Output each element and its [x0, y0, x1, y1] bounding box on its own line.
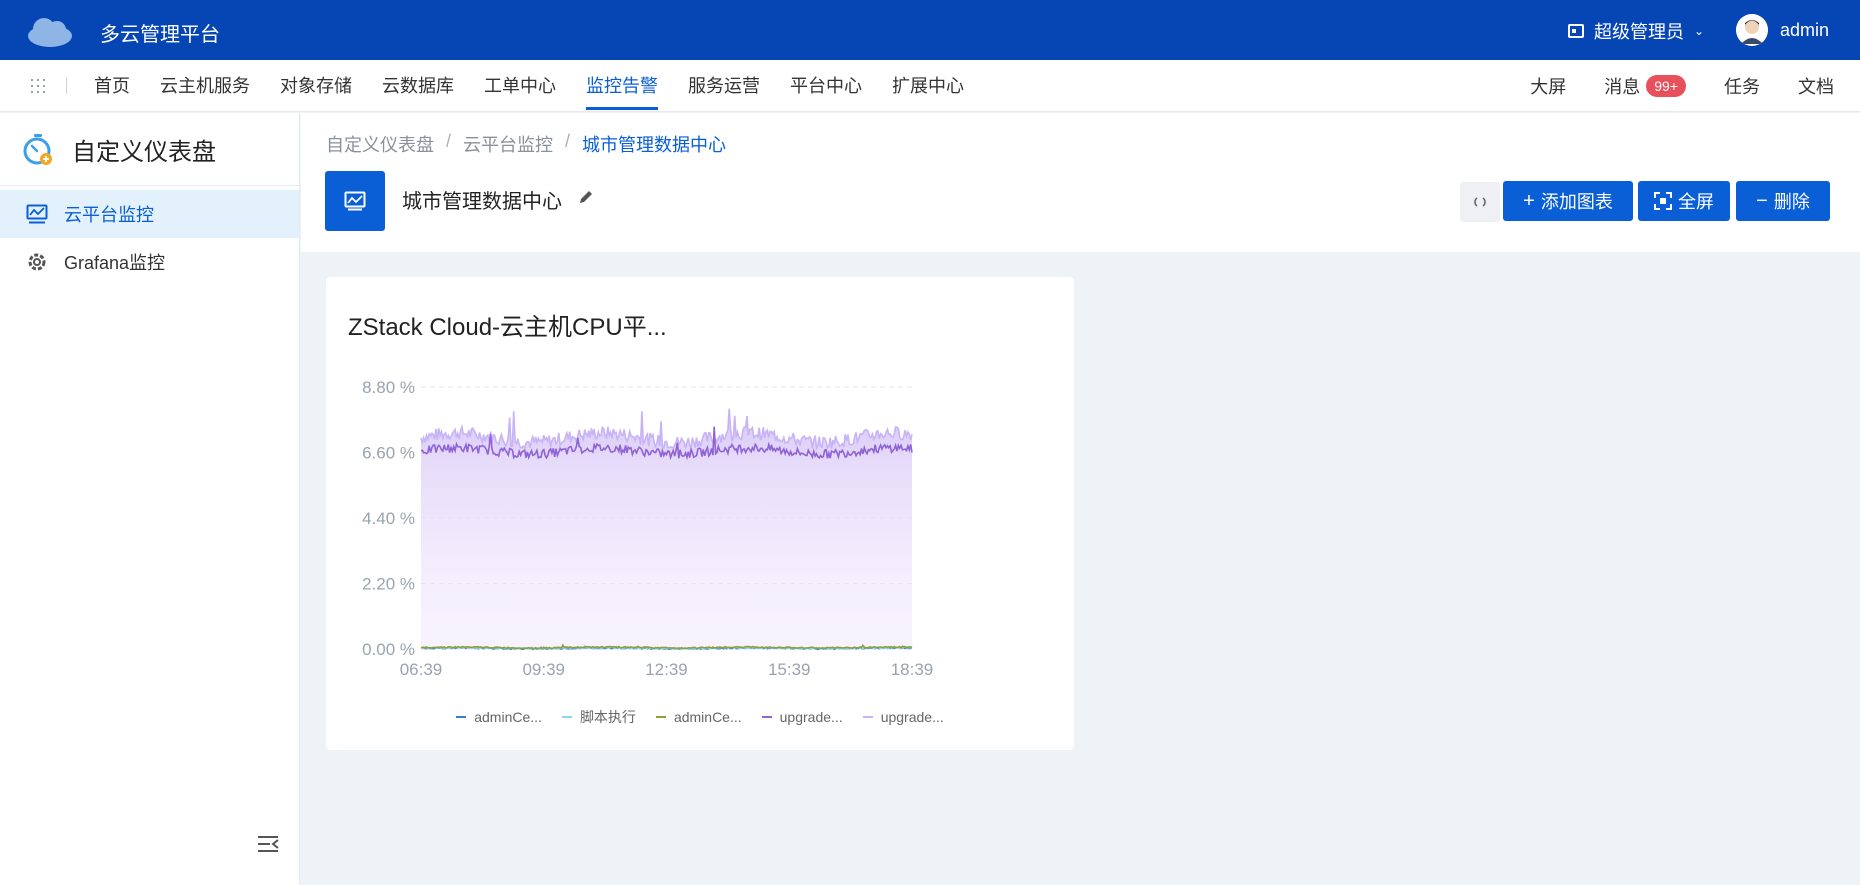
- x-tick-label: 15:39: [768, 660, 811, 679]
- fullscreen-icon: [1654, 192, 1672, 210]
- edit-pencil-icon[interactable]: [577, 188, 595, 206]
- chart-legend: adminCe... 脚本执行 adminCe... upgrade... upgrad…: [326, 707, 1074, 727]
- breadcrumb: 自定义仪表盘 / 云平台监控 / 城市管理数据中心: [326, 131, 726, 157]
- legend-swatch: [862, 716, 873, 718]
- sidebar-item-cloud-monitoring[interactable]: 云平台监控: [0, 190, 299, 238]
- chart-card[interactable]: ZStack Cloud-云主机CPU平... 0.00 % 2.20 % 4.40…: [326, 277, 1074, 750]
- nav-item-cloud-database[interactable]: 云数据库: [382, 60, 454, 112]
- sidebar-item-label: Grafana监控: [64, 253, 166, 273]
- legend-item[interactable]: upgrade...: [761, 707, 843, 727]
- y-tick-label: 0.00 %: [362, 640, 415, 659]
- add-chart-label: 添加图表: [1540, 192, 1613, 212]
- tasks-link[interactable]: 任务: [1724, 73, 1760, 99]
- messages-link[interactable]: 消息 99+: [1604, 73, 1686, 99]
- sidebar-title: 自定义仪表盘: [72, 138, 216, 166]
- top-bar: 多云管理平台 超级管理员 ⌄ admin: [0, 0, 1860, 60]
- legend-item[interactable]: upgrade...: [862, 707, 944, 727]
- plus-icon: +: [1523, 189, 1535, 212]
- legend-label: 脚本执行: [579, 709, 636, 725]
- legend-swatch: [761, 716, 772, 718]
- cloud-logo-icon[interactable]: [26, 14, 74, 48]
- breadcrumb-current: 城市管理数据中心: [582, 135, 727, 155]
- user-menu[interactable]: admin: [1736, 14, 1829, 46]
- role-label: 超级管理员: [1594, 22, 1684, 42]
- legend-item[interactable]: adminCe...: [655, 707, 742, 727]
- delete-button[interactable]: − 删除: [1736, 181, 1830, 221]
- dashboard-name: 城市管理数据中心: [402, 191, 562, 213]
- breadcrumb-separator: /: [565, 131, 571, 151]
- bigscreen-link[interactable]: 大屏: [1530, 73, 1566, 99]
- refresh-button[interactable]: [1460, 182, 1500, 222]
- y-tick-label: 4.40 %: [362, 509, 415, 528]
- series-area: [421, 426, 912, 649]
- dashboard-gauge-icon: [23, 134, 52, 165]
- add-chart-button[interactable]: + 添加图表: [1503, 181, 1633, 221]
- dashboard-header: 自定义仪表盘 / 云平台监控 / 城市管理数据中心 城市管理数据中心 + 添加图…: [301, 113, 1860, 252]
- x-tick-label: 12:39: [645, 660, 688, 679]
- legend-label: adminCe...: [673, 709, 742, 725]
- fullscreen-button[interactable]: 全屏: [1638, 181, 1730, 221]
- nav-item-ticket-center[interactable]: 工单中心: [484, 60, 556, 112]
- y-tick-label: 2.20 %: [362, 575, 415, 594]
- y-tick-label: 8.80 %: [362, 378, 415, 397]
- docs-link[interactable]: 文档: [1798, 73, 1834, 99]
- nav-item-vm-service[interactable]: 云主机服务: [160, 60, 250, 112]
- legend-label: upgrade...: [779, 709, 843, 725]
- sidebar-item-label: 云平台监控: [64, 205, 154, 225]
- legend-label: upgrade...: [880, 709, 944, 725]
- x-tick-label: 18:39: [891, 660, 934, 679]
- sidebar-item-grafana[interactable]: Grafana监控: [0, 238, 299, 286]
- x-tick-label: 06:39: [400, 660, 443, 679]
- nav-item-service-ops[interactable]: 服务运营: [688, 60, 760, 112]
- messages-label: 消息: [1604, 77, 1641, 97]
- legend-swatch: [561, 716, 572, 718]
- legend-swatch: [655, 716, 666, 718]
- sidebar-header: 自定义仪表盘: [0, 113, 299, 186]
- avatar: [1736, 14, 1768, 46]
- username: admin: [1780, 19, 1830, 40]
- main-nav: 首页 云主机服务 对象存储 云数据库 工单中心 监控告警 服务运营 平台中心 扩…: [0, 60, 1860, 112]
- legend-swatch: [456, 716, 467, 718]
- grafana-icon: [28, 253, 46, 271]
- y-tick-label: 6.60 %: [362, 444, 415, 463]
- cpu-area-chart: 0.00 % 2.20 % 4.40 % 6.60 % 8.80 % 06:39 09:39…: [362, 378, 934, 679]
- apps-grid-icon[interactable]: [30, 78, 46, 94]
- nav-divider: [66, 78, 67, 94]
- dashboard-image-icon: [325, 171, 385, 231]
- breadcrumb-item[interactable]: 自定义仪表盘: [326, 131, 434, 157]
- nav-item-home[interactable]: 首页: [94, 60, 130, 112]
- monitor-chart-icon: [26, 204, 48, 224]
- delete-label: 删除: [1773, 192, 1810, 212]
- collapse-sidebar-icon[interactable]: [257, 835, 279, 853]
- messages-badge: 99+: [1646, 75, 1686, 97]
- breadcrumb-separator: /: [446, 131, 452, 151]
- legend-item[interactable]: 脚本执行: [561, 707, 636, 727]
- nav-item-monitoring[interactable]: 监控告警: [586, 60, 658, 112]
- id-card-icon: [1568, 24, 1584, 38]
- role-dropdown[interactable]: 超级管理员 ⌄: [1568, 18, 1704, 44]
- legend-item[interactable]: adminCe...: [456, 707, 542, 727]
- nav-item-object-storage[interactable]: 对象存储: [280, 60, 352, 112]
- breadcrumb-item[interactable]: 云平台监控: [463, 131, 553, 157]
- minus-icon: −: [1756, 189, 1768, 212]
- legend-label: adminCe...: [474, 709, 542, 725]
- fullscreen-label: 全屏: [1678, 192, 1714, 212]
- refresh-icon: [1474, 197, 1486, 207]
- x-tick-label: 09:39: [522, 660, 565, 679]
- app-title: 多云管理平台: [100, 24, 220, 46]
- nav-item-extension-center[interactable]: 扩展中心: [892, 60, 964, 112]
- chevron-down-icon: ⌄: [1694, 24, 1705, 38]
- nav-item-platform-center[interactable]: 平台中心: [790, 60, 862, 112]
- sidebar: 自定义仪表盘 云平台监控 Grafana监控: [0, 113, 300, 885]
